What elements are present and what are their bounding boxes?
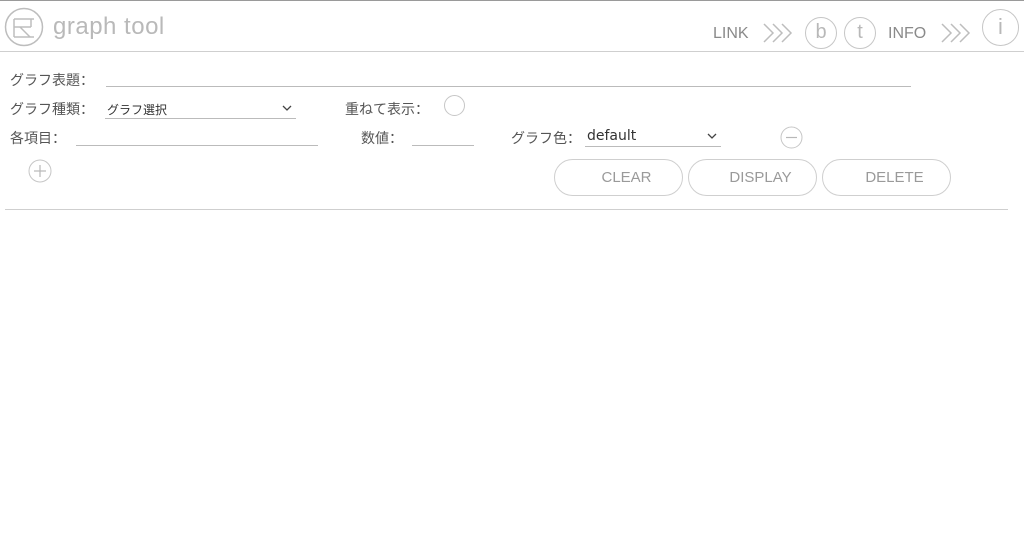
graph-color-label: グラフ色： xyxy=(511,131,581,147)
graph-color-select[interactable]: default xyxy=(585,127,721,147)
chevron-down-icon xyxy=(707,133,717,139)
display-button[interactable]: DISPLAY xyxy=(688,159,817,196)
blog-icon[interactable]: b xyxy=(805,17,837,49)
app-header: graph tool LINK b t INFO i xyxy=(0,1,1024,52)
value-label: 数値： xyxy=(361,131,403,147)
graph-type-select[interactable]: グラフ選択 xyxy=(105,99,296,119)
chevron-down-icon xyxy=(282,105,292,111)
info-icon[interactable]: i xyxy=(982,9,1019,46)
app-title: graph tool xyxy=(53,13,165,40)
graph-type-selected-value: グラフ選択 xyxy=(107,103,168,117)
clear-button[interactable]: CLEAR xyxy=(554,159,683,196)
graph-title-input[interactable] xyxy=(106,68,911,87)
overlay-label: 重ねて表示： xyxy=(345,102,429,118)
overlay-toggle[interactable] xyxy=(444,95,465,116)
graph-color-selected-value: default xyxy=(587,128,637,144)
graph-tool-logo-icon xyxy=(4,7,44,47)
info-nav[interactable]: INFO xyxy=(888,25,926,43)
delete-button[interactable]: DELETE xyxy=(822,159,951,196)
add-row-icon[interactable] xyxy=(28,159,52,183)
item-input[interactable] xyxy=(76,127,318,146)
triple-chevron-right-icon[interactable] xyxy=(762,21,796,45)
graph-type-label: グラフ種類： xyxy=(10,102,94,118)
value-input[interactable] xyxy=(412,127,474,146)
triple-chevron-right-icon[interactable] xyxy=(940,21,974,45)
item-label: 各項目： xyxy=(10,131,66,147)
section-divider xyxy=(5,209,1008,210)
graph-title-label: グラフ表題： xyxy=(10,73,94,89)
link-nav[interactable]: LINK xyxy=(713,25,749,43)
twitter-icon[interactable]: t xyxy=(844,17,876,49)
remove-row-icon[interactable] xyxy=(780,126,803,149)
